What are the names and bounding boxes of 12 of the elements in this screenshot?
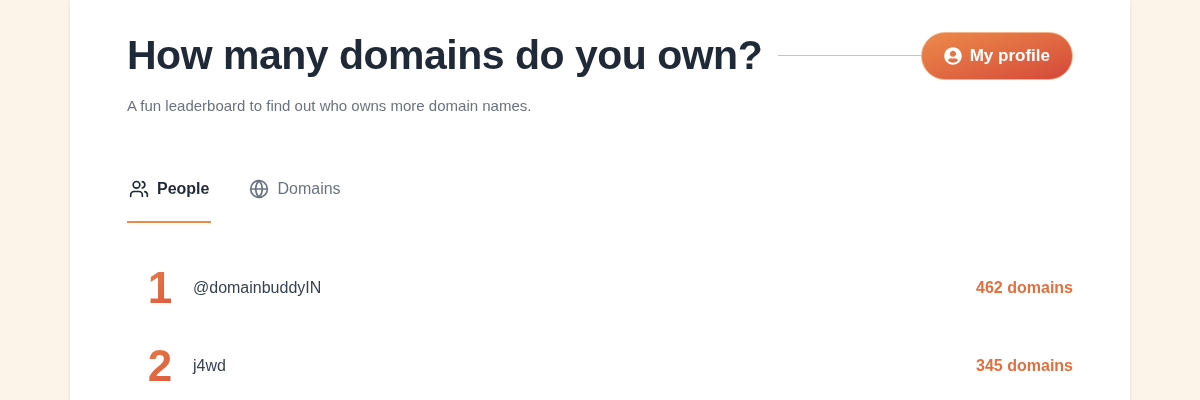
globe-icon: [249, 179, 270, 199]
people-icon: [129, 179, 149, 199]
subtitle: A fun leaderboard to find out who owns more domain names.: [127, 95, 533, 116]
username: @domainbuddyIN: [193, 278, 323, 298]
tab[interactable]: People: [127, 177, 212, 223]
tab[interactable]: Domains: [247, 177, 343, 223]
username: j4wd: [193, 356, 227, 376]
page-title: How many domains do you own?: [127, 31, 763, 80]
profile-button[interactable]: My profile: [920, 31, 1073, 80]
user-icon: [943, 46, 962, 65]
domain-count: 345 domains: [976, 356, 1073, 376]
domain-count: 462 domains: [976, 278, 1073, 298]
